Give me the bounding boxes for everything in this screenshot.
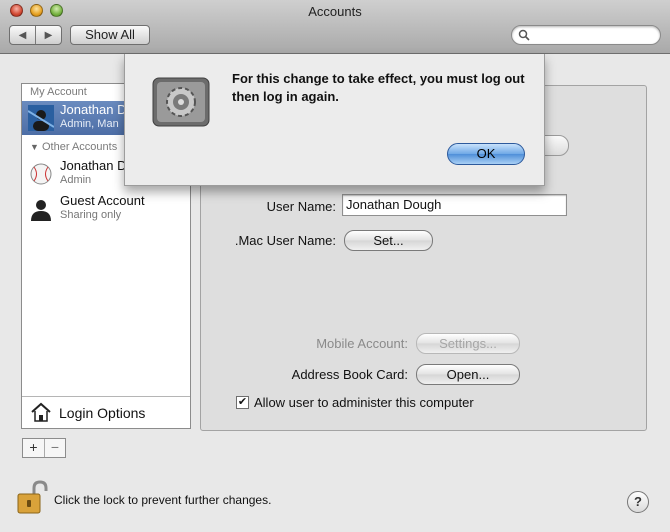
window-title: Accounts (308, 4, 362, 19)
account-role: Sharing only (60, 209, 122, 221)
add-remove-buttons: + − (22, 438, 66, 458)
forward-arrow-icon[interactable]: ▶ (35, 26, 61, 44)
lock-icon[interactable] (16, 479, 48, 518)
title-bar: Accounts ◀ ▶ Show All (0, 0, 670, 54)
mobile-account-label: Mobile Account: (316, 336, 408, 351)
allow-admin-label: Allow user to administer this computer (254, 395, 474, 410)
allow-admin-checkbox[interactable]: ✔ (236, 396, 249, 409)
show-all-button[interactable]: Show All (70, 25, 150, 45)
account-role: Admin (60, 174, 92, 186)
account-role: Admin, Man (60, 118, 119, 130)
my-account-header: My Account (30, 86, 87, 98)
dialog-message: For this change to take effect, you must… (232, 71, 525, 104)
ok-button[interactable]: OK (447, 143, 525, 165)
baseball-icon (28, 161, 54, 187)
guest-user-icon (28, 196, 54, 222)
remove-account-button[interactable]: − (44, 439, 65, 457)
other-accounts-header: ▼ Other Accounts (30, 141, 118, 153)
add-account-button[interactable]: + (23, 439, 44, 457)
disclosure-triangle-icon[interactable]: ▼ (30, 142, 39, 152)
back-arrow-icon[interactable]: ◀ (10, 26, 35, 44)
user-name-field[interactable]: Jonathan Dough (342, 194, 567, 216)
lock-status-text: Click the lock to prevent further change… (54, 493, 272, 507)
search-icon (518, 29, 530, 44)
search-field[interactable] (511, 25, 661, 45)
house-icon (30, 401, 52, 426)
account-picture-icon (27, 105, 55, 131)
help-button[interactable]: ? (627, 491, 649, 513)
system-preferences-icon (151, 76, 211, 128)
user-name-label: User Name: (266, 199, 336, 214)
account-name: Jonathan D (60, 158, 127, 173)
address-book-card-label: Address Book Card: (291, 367, 408, 382)
settings-button[interactable]: Settings... (416, 333, 520, 354)
account-item-guest[interactable]: Guest Account Sharing only (22, 192, 190, 226)
account-name: Guest Account (60, 193, 145, 208)
set-button[interactable]: Set... (344, 230, 433, 251)
open-button[interactable]: Open... (416, 364, 520, 385)
login-options-label: Login Options (59, 405, 146, 421)
back-forward-buttons: ◀ ▶ (9, 25, 62, 45)
login-options-item[interactable]: Login Options (22, 396, 190, 428)
account-name: Jonathan D (60, 102, 127, 117)
mac-user-name-label: .Mac User Name: (234, 233, 336, 248)
logout-required-sheet: For this change to take effect, you must… (124, 54, 545, 186)
